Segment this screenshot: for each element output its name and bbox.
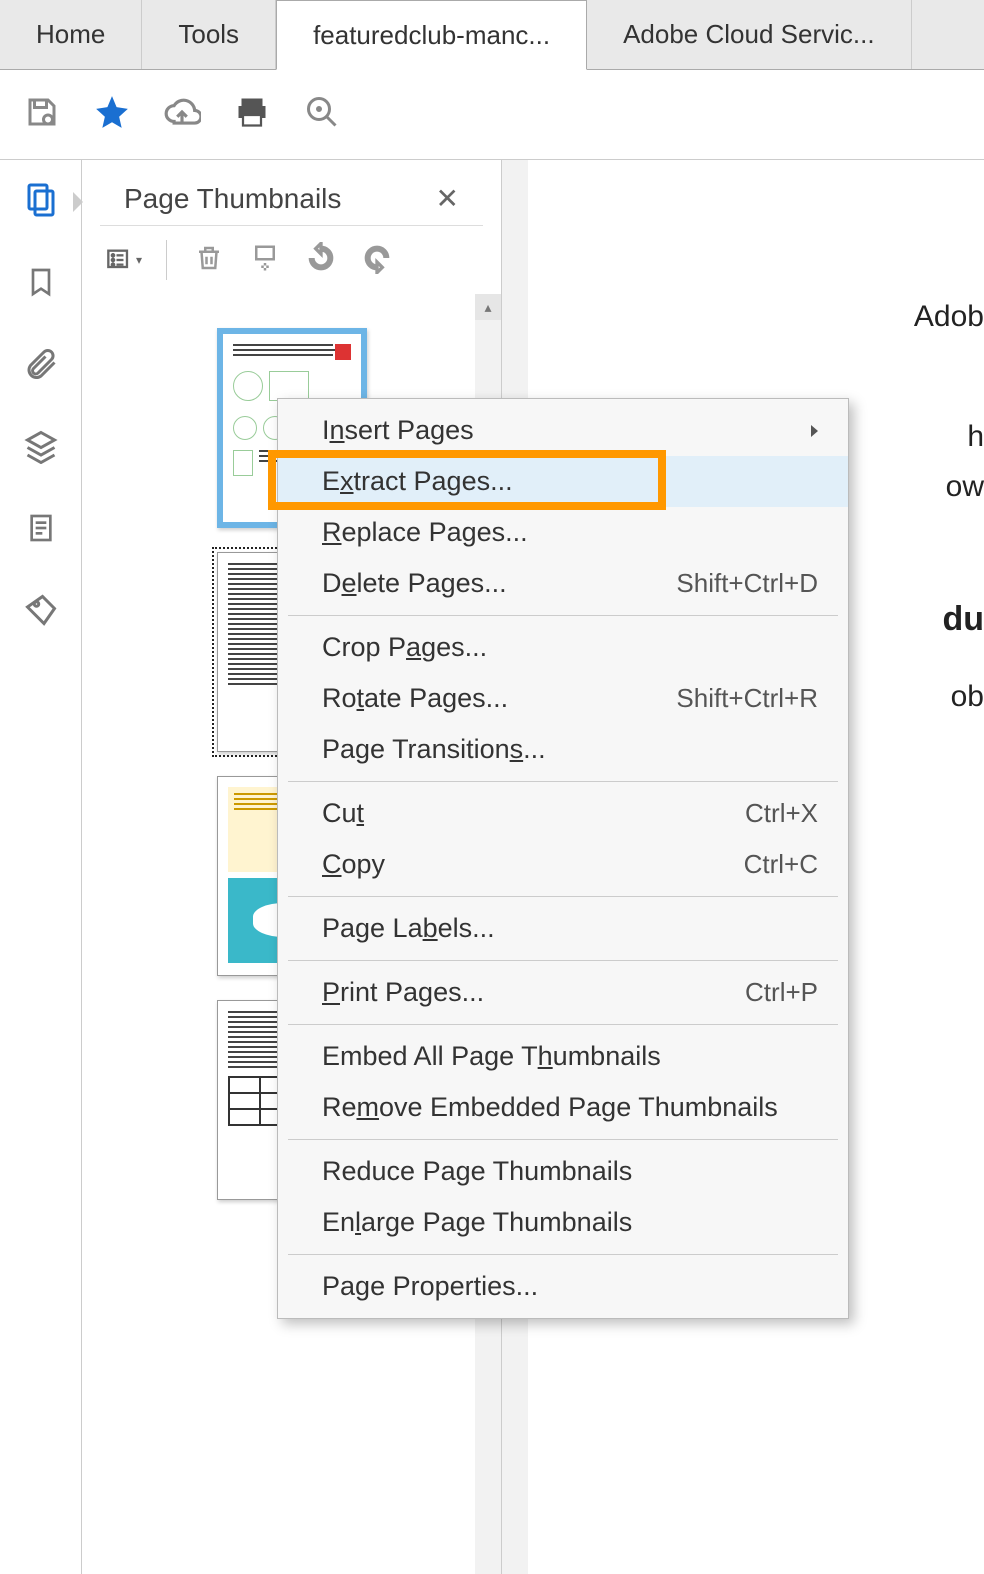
menu-page-labels[interactable]: Page Labels...Page Labels... (278, 903, 848, 954)
menu-separator (288, 1139, 838, 1140)
rotate-ccw-icon (305, 242, 337, 279)
tags-tab[interactable] (19, 590, 63, 634)
rotate-cw-button[interactable] (359, 242, 395, 278)
articles-tab[interactable] (19, 508, 63, 552)
rotate-ccw-button[interactable] (303, 242, 339, 278)
menu-separator (288, 896, 838, 897)
star-button[interactable] (92, 95, 132, 135)
tab-home[interactable]: Home (0, 0, 142, 69)
navigation-rail (0, 160, 82, 1574)
menu-page-transitions[interactable]: Page Transitions...Page Transitions... (278, 724, 848, 775)
doc-text-fragment: h (967, 420, 984, 454)
menu-print-pages[interactable]: Print Pages...Print Pages... Ctrl+P (278, 967, 848, 1018)
attachments-tab[interactable] (19, 344, 63, 388)
thumbnails-panel-title: Page Thumbnails (124, 183, 341, 215)
menu-cut[interactable]: CutCut Ctrl+X (278, 788, 848, 839)
menu-delete-pages[interactable]: Delete Pages...Delete Pages... Shift+Ctr… (278, 558, 848, 609)
doc-text-fragment: ow (946, 470, 984, 504)
search-icon (304, 94, 340, 135)
menu-separator (288, 1024, 838, 1025)
menu-remove-embedded-thumbnails[interactable]: Remove Embedded Page ThumbnailsRemove Em… (278, 1082, 848, 1133)
scroll-up-button[interactable]: ▴ (475, 294, 501, 320)
tab-document[interactable]: featuredclub-manc... (276, 0, 587, 70)
tag-icon (23, 592, 59, 633)
paperclip-icon (23, 346, 59, 387)
layers-icon (23, 428, 59, 469)
trash-icon (194, 241, 224, 280)
chevron-down-icon: ▾ (136, 253, 142, 267)
thumbnails-panel-header: Page Thumbnails ✕ (100, 160, 483, 226)
delete-page-button[interactable] (191, 242, 227, 278)
shortcut-label: Ctrl+P (745, 977, 818, 1008)
tab-cloud[interactable]: Adobe Cloud Servic... (587, 0, 911, 69)
tab-bar: Home Tools featuredclub-manc... Adobe Cl… (0, 0, 984, 70)
print-icon (234, 94, 270, 135)
tab-tools[interactable]: Tools (142, 0, 276, 69)
bookmark-icon (25, 262, 57, 307)
shortcut-label: Shift+Ctrl+R (676, 683, 818, 714)
main-toolbar (0, 70, 984, 160)
chevron-right-icon (811, 425, 818, 437)
search-button[interactable] (302, 95, 342, 135)
layers-tab[interactable] (19, 426, 63, 470)
close-panel-button[interactable]: ✕ (436, 182, 459, 215)
insert-page-button[interactable] (247, 242, 283, 278)
menu-replace-pages[interactable]: Replace Pages...Replace Pages... (278, 507, 848, 558)
chevron-up-icon: ▴ (484, 299, 491, 316)
menu-separator (288, 615, 838, 616)
menu-embed-thumbnails[interactable]: Embed All Page ThumbnailsEmbed All Page … (278, 1031, 848, 1082)
menu-reduce-thumbnails[interactable]: Reduce Page ThumbnailsReduce Page Thumbn… (278, 1146, 848, 1197)
close-icon: ✕ (436, 183, 459, 214)
page-context-menu: Insert PagesInsert Pages Extract Pages..… (277, 398, 849, 1319)
menu-insert-pages[interactable]: Insert PagesInsert Pages (278, 405, 848, 456)
thumbnails-toolbar: ▾ (82, 226, 501, 294)
menu-crop-pages[interactable]: Crop Pages...Crop Pages... (278, 622, 848, 673)
menu-enlarge-thumbnails[interactable]: Enlarge Page ThumbnailsEnlarge Page Thum… (278, 1197, 848, 1248)
page-thumbnails-icon (23, 182, 59, 223)
page-thumbnails-tab[interactable] (19, 180, 63, 224)
document-icon (25, 509, 57, 552)
list-icon (106, 246, 134, 274)
menu-page-properties[interactable]: Page Properties...Page Properties... (278, 1261, 848, 1312)
save-icon (24, 94, 60, 135)
insert-icon (250, 241, 280, 280)
doc-text-fragment: du (942, 600, 984, 639)
shortcut-label: Ctrl+X (745, 798, 818, 829)
menu-separator (288, 960, 838, 961)
shortcut-label: Shift+Ctrl+D (676, 568, 818, 599)
options-dropdown[interactable]: ▾ (106, 242, 142, 278)
star-icon (93, 93, 131, 136)
menu-separator (288, 1254, 838, 1255)
cloud-upload-icon (163, 93, 201, 136)
save-button[interactable] (22, 95, 62, 135)
bookmarks-tab[interactable] (19, 262, 63, 306)
menu-extract-pages[interactable]: Extract Pages...Extract Pages... (278, 456, 848, 507)
menu-copy[interactable]: CopyCopy Ctrl+C (278, 839, 848, 890)
rotate-cw-icon (361, 242, 393, 279)
menu-separator (288, 781, 838, 782)
toolbar-divider (166, 240, 167, 280)
doc-text-fragment: ob (951, 680, 984, 714)
menu-rotate-pages[interactable]: Rotate Pages...Rotate Pages... Shift+Ctr… (278, 673, 848, 724)
cloud-upload-button[interactable] (162, 95, 202, 135)
doc-text-fragment: Adob (914, 300, 984, 334)
print-button[interactable] (232, 95, 272, 135)
shortcut-label: Ctrl+C (744, 849, 818, 880)
